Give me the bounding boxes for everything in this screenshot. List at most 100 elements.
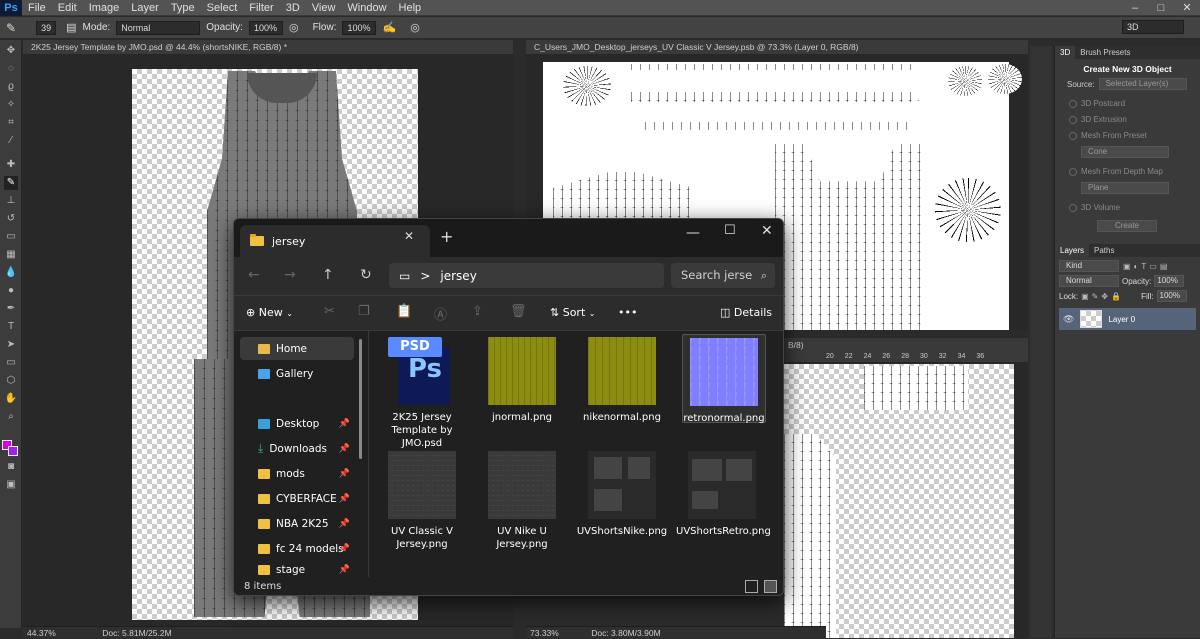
file-item[interactable]: Ps PSD 2K25 Jersey Template by JMO.psd <box>376 337 468 450</box>
brush-tool-icon[interactable]: ✎ <box>4 176 18 190</box>
close-icon[interactable]: ✕ <box>761 223 773 239</box>
shape-tool-icon[interactable]: ▭ <box>4 356 18 370</box>
address-bar[interactable]: ▭ > jersey <box>389 263 664 288</box>
stamp-tool-icon[interactable]: ⊥ <box>4 194 18 208</box>
tab-3d[interactable]: 3D <box>1055 46 1076 59</box>
option-3d-postcard[interactable]: 3D Postcard <box>1069 96 1200 112</box>
dodge-tool-icon[interactable]: ● <box>4 284 18 298</box>
menu-3d[interactable]: 3D <box>280 2 306 14</box>
create-button[interactable]: Create <box>1097 220 1157 232</box>
sidebar-item-stage[interactable]: stage 📌 <box>240 562 354 577</box>
cut-icon[interactable]: ✂ <box>324 304 335 319</box>
refresh-icon[interactable]: ↻ <box>360 267 372 283</box>
tab-brush-presets[interactable]: Brush Presets <box>1075 46 1135 59</box>
document-2-tab[interactable]: C_Users_JMO_Desktop_jerseys_UV Classic V… <box>526 40 1028 54</box>
sort-button[interactable]: ⇅ Sort ⌄ <box>550 306 595 319</box>
sidebar-item-gallery[interactable]: Gallery <box>240 362 354 385</box>
sidebar-scrollbar[interactable] <box>359 339 362 459</box>
pin-icon[interactable]: 📌 <box>339 565 350 575</box>
menu-type[interactable]: Type <box>165 2 201 14</box>
fill-field[interactable]: 100% <box>1156 290 1187 302</box>
eraser-tool-icon[interactable]: ▭ <box>4 230 18 244</box>
pressure-size-icon[interactable]: ◎ <box>410 21 420 34</box>
brush-size-picker[interactable]: 39 <box>36 20 57 35</box>
details-button[interactable]: ◫ Details <box>720 306 772 319</box>
back-icon[interactable]: ← <box>248 267 260 283</box>
menu-select[interactable]: Select <box>201 2 244 14</box>
menu-help[interactable]: Help <box>393 2 428 14</box>
option-mesh-from-depth-map[interactable]: Mesh From Depth Map <box>1069 164 1200 180</box>
filter-icons[interactable]: ▣◐T▭▤ <box>1123 262 1170 271</box>
file-item[interactable]: UVShortsNike.png <box>576 451 668 538</box>
menu-layer[interactable]: Layer <box>125 2 165 14</box>
eye-icon[interactable]: 👁 <box>1063 314 1074 325</box>
layer-opacity-field[interactable]: 100% <box>1154 275 1185 287</box>
document-1-zoom[interactable]: 44.37% <box>27 628 56 638</box>
minimize-icon[interactable]: — <box>686 225 700 241</box>
minimize-icon[interactable]: – <box>1122 0 1148 16</box>
quick-select-tool-icon[interactable]: ✧ <box>4 98 18 112</box>
path-select-icon[interactable]: ➤ <box>4 338 18 352</box>
menu-view[interactable]: View <box>306 2 342 14</box>
menu-file[interactable]: File <box>22 2 52 14</box>
maximize-icon[interactable]: □ <box>1148 0 1174 16</box>
explorer-tab[interactable]: jersey <box>240 225 430 257</box>
sidebar-item-nba-2k25[interactable]: NBA 2K25 📌 <box>240 512 354 535</box>
blur-tool-icon[interactable]: 💧 <box>4 266 18 280</box>
paste-icon[interactable]: 📋 <box>396 304 412 319</box>
up-icon[interactable]: ↑ <box>322 267 334 283</box>
filter-kind-dropdown[interactable]: Kind <box>1059 260 1119 272</box>
copy-icon[interactable]: ❐ <box>358 304 370 319</box>
document-2-zoom[interactable]: 73.33% <box>530 628 559 638</box>
document-3-tab[interactable]: B/8) <box>784 338 1028 352</box>
tab-paths[interactable]: Paths <box>1089 244 1119 257</box>
pen-tool-icon[interactable]: ✒ <box>4 302 18 316</box>
zoom-tool-icon[interactable]: ⌕ <box>4 410 18 424</box>
search-input[interactable]: Search jerse ⌕ <box>671 263 775 288</box>
pin-icon[interactable]: 📌 <box>339 494 350 504</box>
forward-icon[interactable]: → <box>284 267 296 283</box>
document-3-canvas[interactable] <box>784 364 1014 638</box>
file-item[interactable]: nikenormal.png <box>576 337 668 424</box>
new-button[interactable]: ⊕ New ⌄ <box>246 306 293 319</box>
menu-image[interactable]: Image <box>83 2 126 14</box>
new-tab-icon[interactable]: + <box>440 227 453 246</box>
crop-tool-icon[interactable]: ⌗ <box>4 116 18 130</box>
background-color-swatch[interactable] <box>8 446 18 456</box>
sidebar-item-cyberface[interactable]: CYBERFACE 📌 <box>240 487 354 510</box>
close-icon[interactable]: ✕ <box>1174 0 1200 16</box>
opacity-field[interactable]: 100% <box>248 20 283 35</box>
tab-close-icon[interactable]: ✕ <box>404 229 414 243</box>
history-brush-icon[interactable]: ↺ <box>4 212 18 226</box>
file-item[interactable]: UV Nike U Jersey.png <box>476 451 568 551</box>
move-tool-icon[interactable]: ✥ <box>4 44 18 58</box>
brush-panel-icon[interactable]: ▤ <box>66 21 76 34</box>
type-tool-icon[interactable]: T <box>4 320 18 334</box>
flow-field[interactable]: 100% <box>342 20 377 35</box>
pin-icon[interactable]: 📌 <box>339 544 350 554</box>
file-item-selected[interactable]: retronormal.png <box>682 334 766 424</box>
depth-map-dropdown[interactable]: Plane <box>1081 182 1169 194</box>
rename-icon[interactable]: Ⓐ <box>434 304 447 323</box>
eyedropper-tool-icon[interactable]: ⁄ <box>4 134 18 148</box>
preset-dropdown[interactable]: Cone <box>1081 146 1169 158</box>
sidebar-item-home[interactable]: Home <box>240 337 354 360</box>
tab-layers[interactable]: Layers <box>1055 244 1090 257</box>
more-options-button[interactable]: ••• <box>618 306 637 319</box>
sidebar-item-fc-24-models[interactable]: fc 24 models 📌 <box>240 537 354 560</box>
lock-icons[interactable]: ▣✎✥🔒 <box>1081 292 1124 301</box>
file-item[interactable]: UVShortsRetro.png <box>676 451 771 538</box>
option-3d-extrusion[interactable]: 3D Extrusion <box>1069 112 1200 128</box>
pressure-opacity-icon[interactable]: ◎ <box>289 21 299 34</box>
share-icon[interactable]: ⇪ <box>472 304 483 319</box>
details-view-icon[interactable] <box>745 580 758 593</box>
mode-dropdown[interactable]: Normal <box>116 20 201 35</box>
airbrush-icon[interactable]: ✍ <box>382 21 396 34</box>
3d-tool-icon[interactable]: ⬡ <box>4 374 18 388</box>
menu-filter[interactable]: Filter <box>243 2 279 14</box>
delete-icon[interactable]: 🗑 <box>510 304 527 319</box>
menu-window[interactable]: Window <box>341 2 392 14</box>
pin-icon[interactable]: 📌 <box>339 419 350 429</box>
lasso-tool-icon[interactable]: ϱ <box>4 80 18 94</box>
source-dropdown[interactable]: Selected Layer(s) <box>1098 78 1187 90</box>
